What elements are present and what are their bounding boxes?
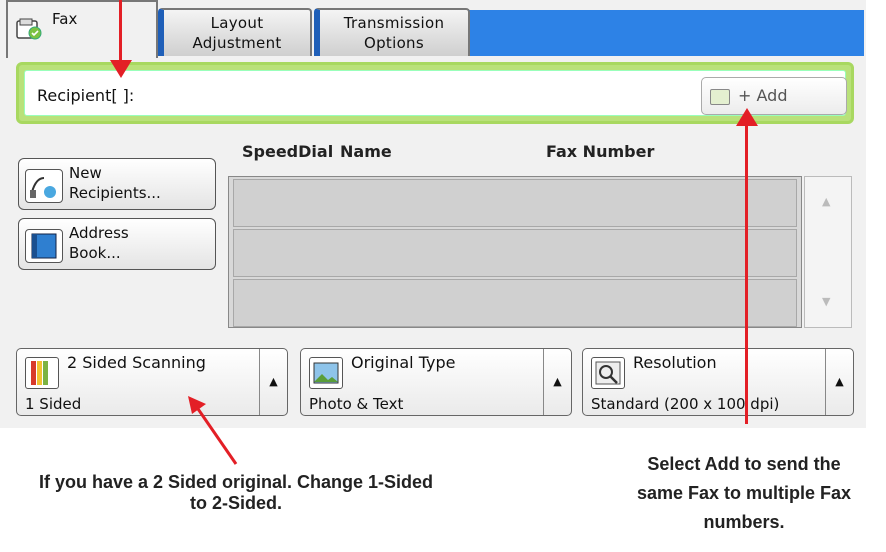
chevron-up-icon[interactable]: ▲ bbox=[259, 349, 287, 415]
add-icon bbox=[710, 89, 730, 105]
fax-icon bbox=[16, 18, 42, 40]
annotation-arrow-add bbox=[745, 124, 748, 424]
annotation-caption-left-line2: to 2-Sided. bbox=[189, 493, 282, 513]
annotation-caption-left-line1: If you have a 2 Sided original. Change 1… bbox=[38, 472, 434, 492]
two-sided-scanning-icon bbox=[25, 357, 59, 389]
tab-fax-label: Fax bbox=[52, 10, 78, 28]
annotation-caption-right-line1: Select Add to send the bbox=[647, 454, 841, 474]
recipient-field[interactable]: Recipient[ ]: + Add bbox=[24, 70, 847, 116]
resolution-value: Standard (200 x 100 dpi) bbox=[591, 395, 780, 413]
column-header-name: Name bbox=[340, 142, 392, 161]
recipient-field-frame: Recipient[ ]: + Add bbox=[16, 62, 854, 124]
annotation-caption-right-line2: same Fax to multiple Fax bbox=[636, 483, 852, 503]
tab-bar: Fax Layout Adjustment Transmission Optio… bbox=[0, 0, 866, 58]
column-header-fax-number: Fax Number bbox=[546, 142, 655, 161]
add-button-label: + Add bbox=[738, 86, 788, 105]
original-type-value: Photo & Text bbox=[309, 395, 404, 413]
address-book-label-line2: Book... bbox=[69, 244, 121, 262]
recipient-list bbox=[228, 176, 802, 328]
resolution-icon bbox=[591, 357, 625, 389]
address-book-label-line1: Address bbox=[69, 224, 129, 242]
list-row[interactable] bbox=[233, 179, 797, 227]
scroll-up-icon[interactable]: ▲ bbox=[822, 195, 830, 208]
resolution-button[interactable]: Resolution Standard (200 x 100 dpi) ▲ bbox=[582, 348, 854, 416]
list-row[interactable] bbox=[233, 229, 797, 277]
new-recipients-label-line2: Recipients... bbox=[69, 184, 161, 202]
original-type-title: Original Type bbox=[351, 353, 456, 372]
tab-layout-line2: Adjustment bbox=[192, 34, 282, 52]
resolution-title: Resolution bbox=[633, 353, 717, 372]
list-scrollbar[interactable]: ▲ ▼ bbox=[804, 176, 852, 328]
column-header-speeddial: SpeedDial bbox=[242, 142, 334, 161]
tab-fax[interactable]: Fax bbox=[6, 0, 158, 58]
two-sided-scanning-value: 1 Sided bbox=[25, 395, 82, 413]
annotation-caption-right: Select Add to send the same Fax to multi… bbox=[612, 450, 876, 537]
annotation-caption-right-line3: numbers. bbox=[703, 512, 785, 532]
add-button[interactable]: + Add bbox=[701, 77, 847, 115]
new-recipients-label-line1: New bbox=[69, 164, 102, 182]
address-book-button[interactable]: Address Book... bbox=[18, 218, 216, 270]
annotation-arrowhead-add bbox=[736, 108, 758, 126]
recipient-label: Recipient[ ]: bbox=[37, 86, 135, 105]
list-row[interactable] bbox=[233, 279, 797, 327]
tab-transmission-options[interactable]: Transmission Options bbox=[314, 8, 470, 56]
annotation-arrow-recipient bbox=[119, 0, 122, 64]
tab-transmission-line2: Options bbox=[364, 34, 424, 52]
original-type-icon bbox=[309, 357, 343, 389]
original-type-button[interactable]: Original Type Photo & Text ▲ bbox=[300, 348, 572, 416]
annotation-arrow-sided bbox=[188, 396, 238, 465]
chevron-up-icon[interactable]: ▲ bbox=[543, 349, 571, 415]
chevron-up-icon[interactable]: ▲ bbox=[825, 349, 853, 415]
tab-layout-line1: Layout bbox=[210, 14, 264, 32]
tab-layout-adjustment[interactable]: Layout Adjustment bbox=[158, 8, 312, 56]
new-recipient-icon bbox=[25, 169, 63, 203]
address-book-icon bbox=[25, 229, 63, 263]
two-sided-scanning-title: 2 Sided Scanning bbox=[67, 353, 206, 372]
annotation-arrowhead-recipient bbox=[110, 60, 132, 78]
tab-bar-background bbox=[468, 10, 864, 56]
new-recipients-button[interactable]: New Recipients... bbox=[18, 158, 216, 210]
annotation-caption-left: If you have a 2 Sided original. Change 1… bbox=[6, 472, 466, 514]
tab-transmission-line1: Transmission bbox=[343, 14, 445, 32]
scroll-down-icon[interactable]: ▼ bbox=[822, 295, 830, 308]
